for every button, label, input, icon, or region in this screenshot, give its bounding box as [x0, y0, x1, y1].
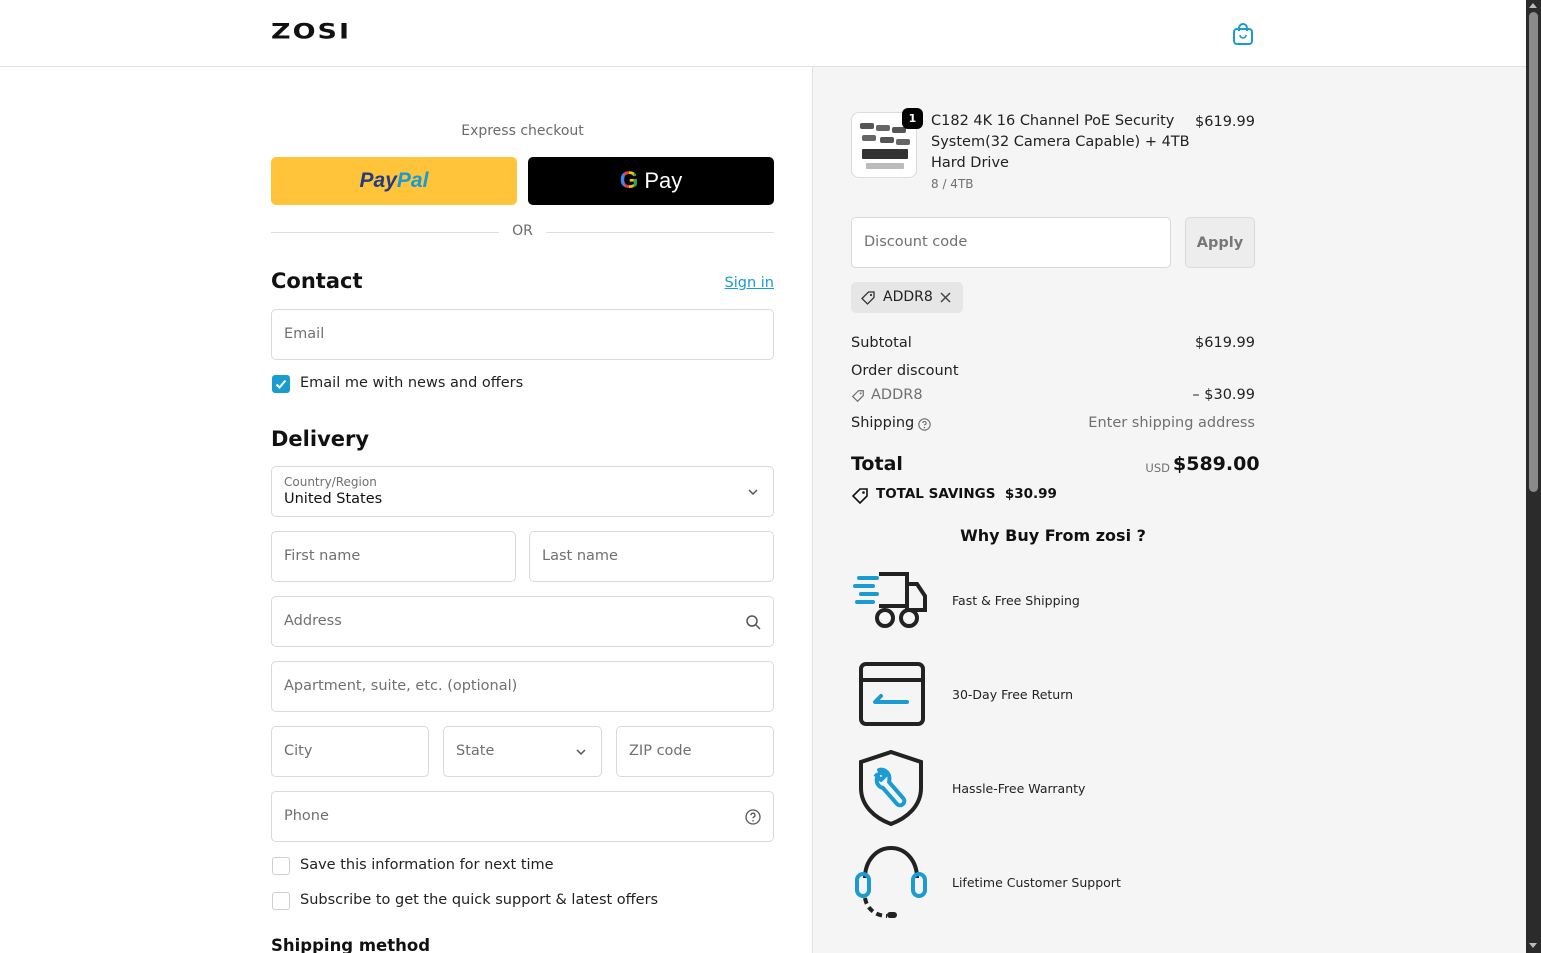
apartment-placeholder: Apartment, suite, etc. (optional)	[284, 678, 518, 694]
order-summary-panel: 1 C182 4K 16 Channel PoE Security System…	[812, 67, 1526, 953]
benefit-label: Fast & Free Shipping	[952, 593, 1080, 608]
last-name-placeholder: Last name	[542, 548, 618, 564]
phone-field[interactable]: Phone	[271, 791, 774, 842]
express-checkout-label: Express checkout	[461, 123, 584, 139]
product-price: $619.99	[1195, 114, 1255, 130]
total-currency: USD	[1145, 461, 1170, 475]
contact-title: Contact	[271, 269, 363, 293]
discount-code-label: ADDR8	[871, 387, 923, 403]
address-field[interactable]: Address	[271, 596, 774, 647]
paypal-logo-pay: Pay	[359, 169, 397, 192]
benefit-label: Lifetime Customer Support	[952, 875, 1121, 890]
total-value: $589.00	[1173, 453, 1260, 475]
scroll-down-arrow-icon[interactable]	[1529, 943, 1537, 948]
page-scrollbar[interactable]	[1526, 0, 1541, 953]
state-placeholder: State	[456, 743, 495, 759]
or-text: OR	[512, 223, 533, 239]
google-pay-button[interactable]: G Pay	[528, 157, 774, 205]
applied-code-text: ADDR8	[883, 289, 933, 305]
tag-icon	[851, 390, 864, 403]
state-select[interactable]: State	[443, 726, 602, 777]
country-select[interactable]: Country/Region United States	[271, 466, 774, 517]
gpay-label: Pay	[644, 168, 683, 193]
order-discount-label: Order discount	[851, 363, 959, 379]
scrollbar-thumb[interactable]	[1529, 12, 1538, 492]
product-variant: 8 / 4TB	[931, 177, 974, 191]
total-label: Total	[851, 453, 903, 475]
subscribe-label: Subscribe to get the quick support & lat…	[300, 892, 659, 908]
city-placeholder: City	[284, 743, 313, 759]
first-name-field[interactable]: First name	[271, 531, 516, 582]
apartment-field[interactable]: Apartment, suite, etc. (optional)	[271, 661, 774, 712]
shipping-label: Shipping	[851, 415, 915, 431]
sign-in-link[interactable]: Sign in	[700, 275, 774, 291]
news-offers-checkbox[interactable]	[272, 375, 290, 393]
shipping-value: Enter shipping address	[1088, 415, 1255, 431]
discount-value: – $30.99	[1192, 387, 1255, 403]
divider-line-right	[546, 232, 774, 233]
paypal-logo-pal: Pal	[396, 169, 429, 192]
address-placeholder: Address	[284, 613, 342, 629]
delivery-title: Delivery	[271, 427, 370, 451]
remove-code-icon[interactable]	[939, 291, 952, 304]
savings-value: $30.99	[1004, 486, 1057, 502]
email-field[interactable]: Email	[271, 309, 774, 360]
city-field[interactable]: City	[271, 726, 429, 777]
discount-code-input[interactable]: Discount code	[851, 217, 1171, 268]
quantity-badge: 1	[902, 108, 923, 129]
return-box-icon	[859, 662, 925, 726]
help-icon[interactable]	[745, 809, 761, 825]
paypal-button[interactable]: Pay Pal	[271, 157, 517, 205]
product-name: C182 4K 16 Channel PoE Security System(3…	[931, 113, 1190, 171]
shopping-bag-icon[interactable]	[1232, 22, 1254, 46]
zip-code-placeholder: ZIP code	[629, 743, 692, 759]
benefit-label: 30-Day Free Return	[952, 687, 1074, 702]
zosi-logo[interactable]: ZOSI	[271, 20, 351, 44]
chevron-down-icon	[748, 489, 758, 496]
apply-discount-button[interactable]: Apply	[1185, 217, 1255, 268]
subtotal-value: $619.99	[1195, 335, 1255, 351]
tag-icon	[861, 291, 875, 305]
first-name-placeholder: First name	[284, 548, 361, 564]
country-label: Country/Region	[284, 475, 377, 489]
applied-discount-chip: ADDR8	[851, 282, 963, 313]
checkout-form-panel: Express checkout Pay Pal G Pay OR Contact…	[0, 67, 812, 953]
search-icon[interactable]	[745, 614, 761, 630]
delivery-truck-icon	[853, 572, 927, 628]
subscribe-checkbox[interactable]	[272, 892, 290, 910]
subtotal-label: Subtotal	[851, 335, 912, 351]
savings-label: TOTAL SAVINGS	[876, 486, 996, 502]
help-icon[interactable]	[918, 418, 931, 431]
email-placeholder: Email	[284, 326, 325, 342]
discount-placeholder: Discount code	[864, 234, 968, 250]
why-buy-title: Why Buy From zosi ?	[960, 526, 1146, 545]
shipping-method-title: Shipping method	[271, 936, 431, 953]
savings-tag-icon	[851, 488, 868, 504]
save-info-label: Save this information for next time	[300, 857, 554, 873]
phone-placeholder: Phone	[284, 808, 329, 824]
headset-icon	[855, 845, 927, 918]
shield-wrench-icon	[859, 749, 923, 827]
google-g-icon: G	[619, 167, 639, 194]
checkmark-icon	[275, 379, 287, 389]
benefit-label: Hassle-Free Warranty	[952, 781, 1086, 796]
zip-code-field[interactable]: ZIP code	[616, 726, 774, 777]
page-header: ZOSI	[0, 0, 1526, 67]
save-info-checkbox[interactable]	[272, 857, 290, 875]
last-name-field[interactable]: Last name	[529, 531, 774, 582]
total-savings: TOTAL SAVINGS $30.99	[876, 486, 1057, 502]
or-divider: OR	[271, 223, 774, 243]
country-value: United States	[284, 491, 383, 507]
news-offers-label: Email me with news and offers	[300, 375, 524, 391]
chevron-down-icon	[576, 749, 586, 756]
scroll-up-arrow-icon[interactable]	[1529, 3, 1537, 8]
